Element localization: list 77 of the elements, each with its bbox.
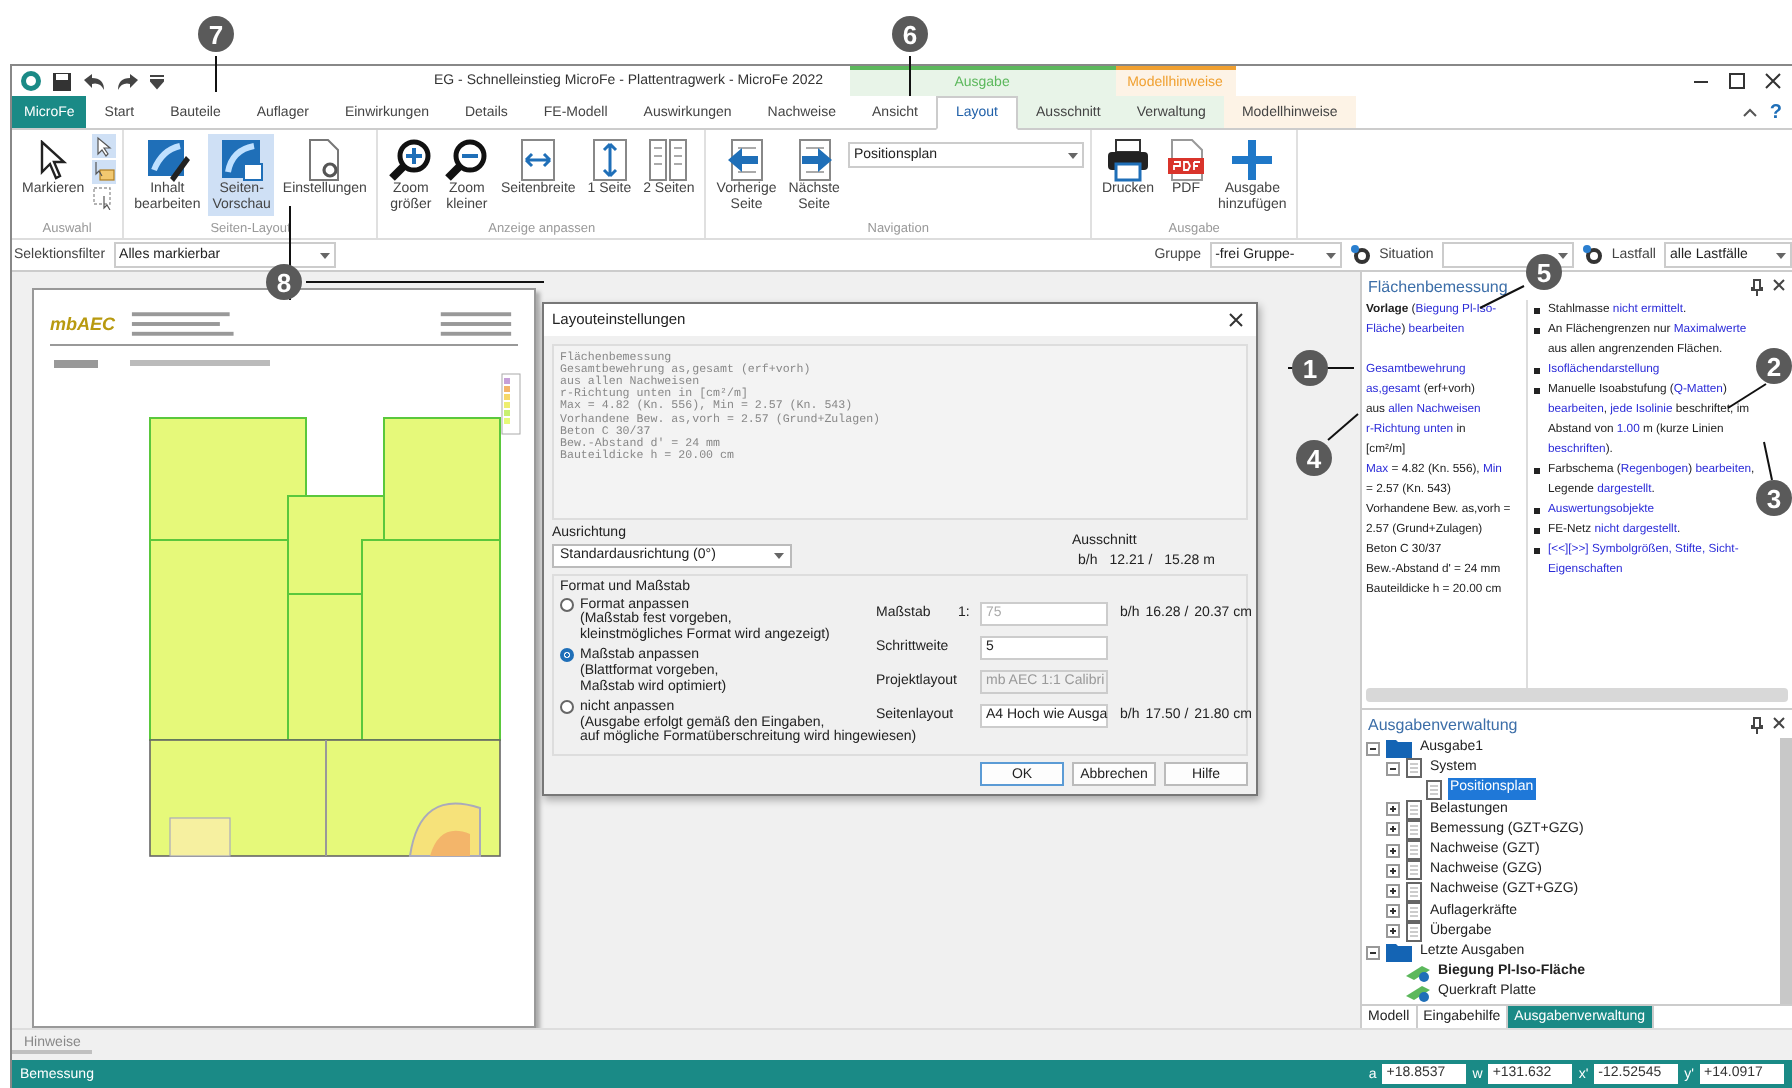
close-icon[interactable]: [1228, 311, 1244, 328]
leader-line: [1327, 413, 1359, 441]
plus-icon: [1230, 137, 1275, 181]
pin-icon[interactable]: [1750, 278, 1764, 296]
company-logo: mbAEC: [50, 314, 116, 334]
panel-title: Flächenbemessung: [1368, 278, 1508, 296]
radio-button[interactable]: [560, 648, 574, 663]
help-button[interactable]: ?: [1769, 101, 1782, 123]
document-icon: [1406, 758, 1422, 779]
customize-caret-icon[interactable]: [150, 73, 164, 89]
bullet-icon: [1534, 528, 1540, 534]
leader-line: [289, 205, 291, 301]
bullet-icon: [1534, 388, 1540, 394]
bullet-icon: [1534, 548, 1540, 554]
leader-line: [1763, 441, 1773, 481]
bullet-icon: [1534, 468, 1540, 474]
situation-dropdown[interactable]: [1441, 242, 1574, 268]
caret-down-icon[interactable]: [1325, 251, 1336, 259]
expand-icon[interactable]: [1386, 802, 1400, 817]
collapse-icon[interactable]: [1366, 741, 1380, 756]
expand-icon[interactable]: [1386, 884, 1400, 899]
leader-line: [909, 55, 911, 97]
caret-down-icon[interactable]: [1557, 251, 1568, 259]
caret-down-icon[interactable]: [1067, 151, 1078, 159]
previous-page-icon: [726, 137, 767, 181]
collapse-icon[interactable]: [1386, 761, 1400, 776]
folder-icon: [1386, 943, 1412, 962]
pin-icon[interactable]: [1750, 716, 1764, 734]
plate-output-icon: [1406, 984, 1430, 1003]
expand-icon[interactable]: [1386, 924, 1400, 939]
printer-icon: [1105, 137, 1150, 181]
single-page-icon: [591, 137, 628, 181]
select-area-icon[interactable]: [92, 160, 117, 184]
undo-icon[interactable]: [82, 71, 106, 91]
maximize-icon[interactable]: [1728, 72, 1746, 90]
radio-button[interactable]: [560, 597, 574, 612]
bullet-icon: [1534, 328, 1540, 334]
bullet-icon: [1534, 368, 1540, 374]
redo-icon[interactable]: [116, 71, 140, 91]
radio-button[interactable]: [560, 700, 574, 715]
pdf-file-icon: [1166, 137, 1207, 181]
collapse-icon[interactable]: [1366, 945, 1380, 960]
two-pages-icon: [648, 137, 689, 181]
expand-icon[interactable]: [1386, 843, 1400, 858]
horizontal-scrollbar[interactable]: [1366, 688, 1788, 702]
edit-page-icon: [145, 137, 190, 181]
callout-number: 7: [198, 16, 234, 52]
close-icon[interactable]: [1772, 278, 1786, 292]
close-icon[interactable]: [1772, 716, 1786, 730]
bullet-icon: [1534, 308, 1540, 314]
bullet-icon: [1534, 508, 1540, 514]
select-window-icon[interactable]: [92, 186, 117, 210]
caret-down-icon[interactable]: [1776, 251, 1786, 259]
next-page-icon: [794, 137, 835, 181]
folder-icon: [1386, 739, 1412, 758]
close-icon[interactable]: [1764, 72, 1782, 90]
caret-down-icon[interactable]: [319, 251, 330, 259]
zoom-in-icon: [388, 137, 433, 181]
document-icon: [1426, 779, 1442, 799]
leader-line: [1287, 367, 1355, 369]
panel-title: Ausgabenverwaltung: [1368, 716, 1518, 734]
caret-down-icon[interactable]: [774, 551, 784, 560]
page-settings-icon: [306, 137, 343, 181]
plate-output-icon: [1406, 963, 1430, 982]
zoom-out-icon: [444, 137, 489, 181]
expand-icon[interactable]: [1386, 863, 1400, 878]
page-preview-icon: [219, 137, 264, 181]
save-icon[interactable]: [52, 71, 72, 91]
page-width-icon: [520, 137, 557, 181]
callout-number: 6: [892, 16, 928, 52]
leader-line: [215, 55, 217, 93]
app-logo-icon[interactable]: [20, 70, 42, 92]
select-pointer-icon[interactable]: [92, 134, 117, 158]
expand-icon[interactable]: [1386, 904, 1400, 919]
collapse-ribbon-icon[interactable]: [1741, 106, 1758, 118]
pointer-icon: [37, 139, 70, 179]
expand-icon[interactable]: [1386, 822, 1400, 837]
